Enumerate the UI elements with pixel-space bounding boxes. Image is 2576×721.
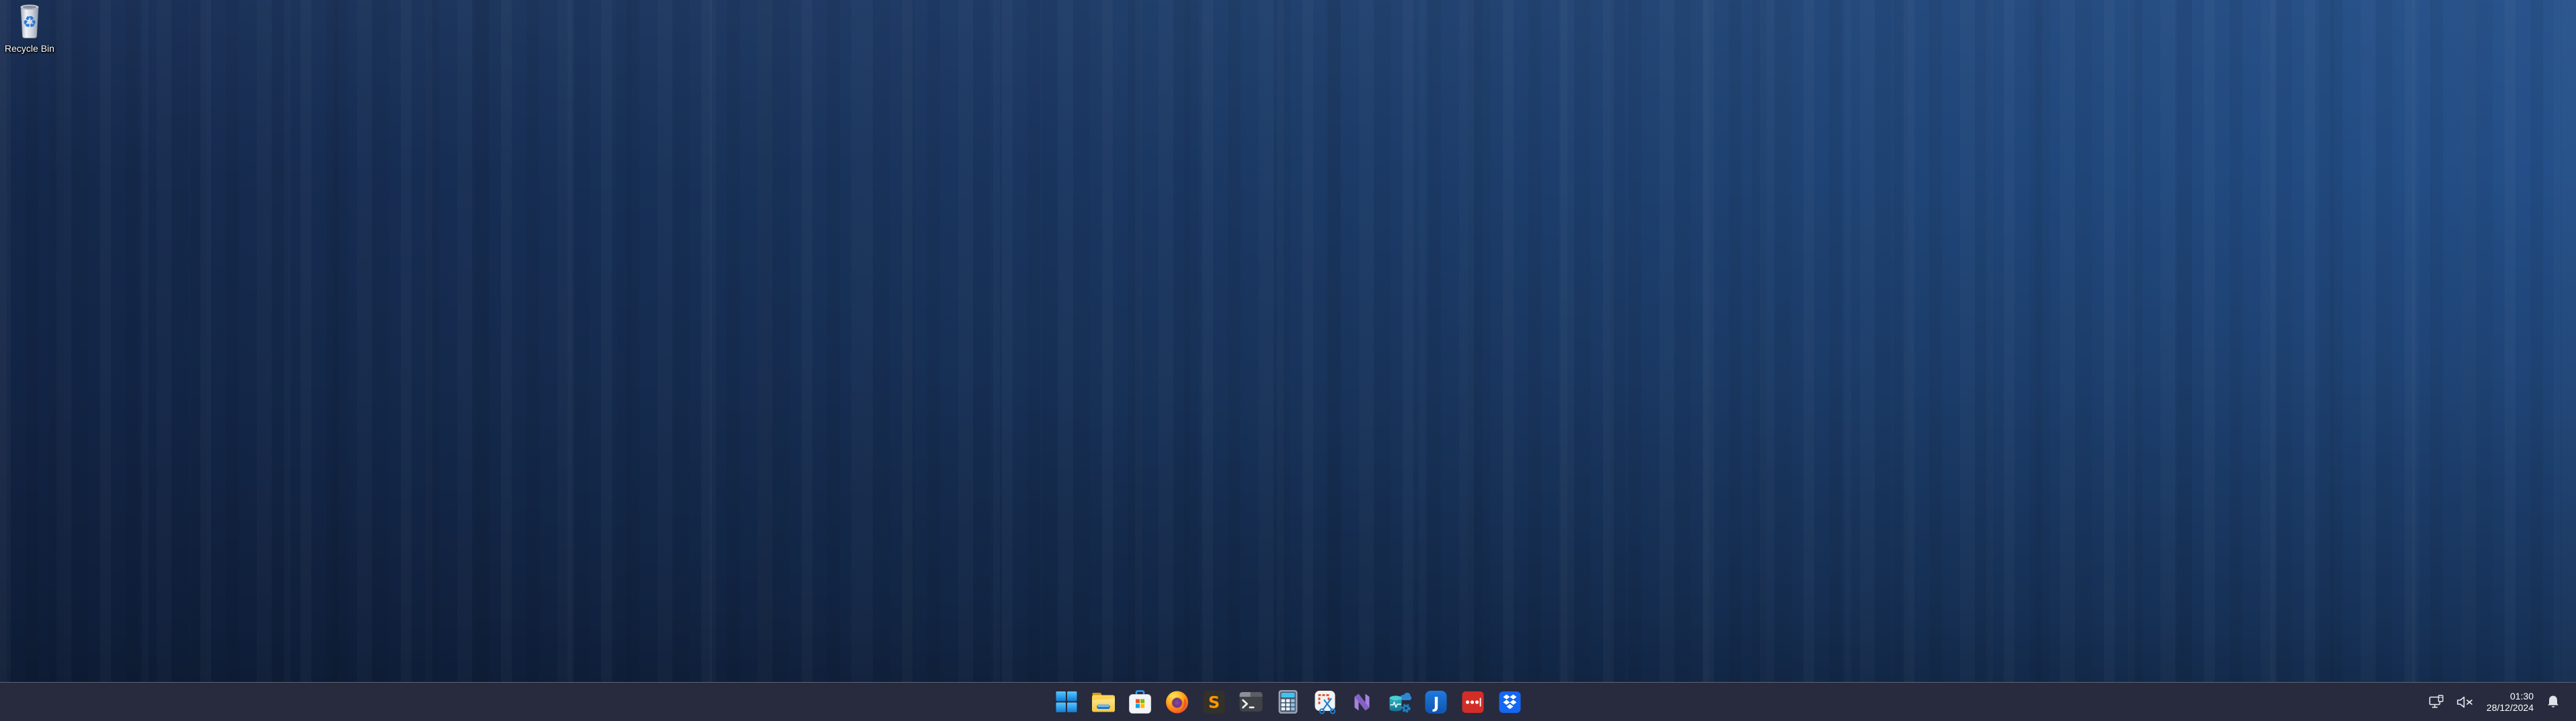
taskbar-app-terminal[interactable]	[1233, 683, 1270, 721]
file-explorer-icon	[1091, 691, 1116, 713]
taskbar-app-microsoft-store[interactable]	[1122, 683, 1159, 721]
taskbar-app-sublime-text[interactable]: S	[1196, 683, 1233, 721]
notification-bell-icon	[2546, 695, 2560, 710]
svg-text:♻: ♻	[22, 13, 37, 32]
lastpass-icon	[1462, 691, 1485, 714]
taskbar-app-dropbox[interactable]	[1491, 683, 1528, 721]
taskbar: S	[0, 682, 2576, 721]
joplin-icon: J	[1425, 690, 1448, 714]
taskbar-app-joplin[interactable]: J	[1417, 683, 1454, 721]
visual-studio-icon	[1350, 690, 1374, 714]
clock-time: 01:30	[2487, 691, 2534, 702]
taskbar-app-visual-studio[interactable]	[1343, 683, 1380, 721]
network-ethernet-icon	[2429, 695, 2445, 710]
taskbar-app-firefox[interactable]	[1159, 683, 1196, 721]
desktop-wallpaper: ♻ Recycle Bin	[0, 0, 2576, 721]
notification-center-button[interactable]	[2545, 693, 2561, 711]
svg-text:S: S	[1208, 693, 1220, 712]
clock-date: 28/12/2024	[2487, 702, 2534, 714]
taskbar-app-sql-server-management-studio[interactable]	[1380, 683, 1417, 721]
calculator-icon	[1278, 689, 1298, 714]
taskbar-app-calculator[interactable]	[1270, 683, 1306, 721]
taskbar-clock[interactable]: 01:30 28/12/2024	[2484, 689, 2536, 715]
system-tray: 01:30 28/12/2024	[2427, 683, 2561, 721]
volume-muted-icon	[2456, 695, 2474, 709]
firefox-icon	[1165, 690, 1189, 714]
start-button[interactable]	[1048, 683, 1085, 721]
recycle-bin-icon: ♻	[16, 2, 43, 40]
volume-tray-button[interactable]	[2455, 694, 2475, 710]
network-tray-button[interactable]	[2427, 693, 2446, 711]
desktop-icon-label: Recycle Bin	[5, 43, 54, 54]
dropbox-icon	[1499, 691, 1522, 714]
taskbar-pinned-apps: S	[1048, 683, 1528, 721]
windows-start-icon	[1055, 691, 1077, 713]
database-cloud-gear-icon	[1387, 690, 1411, 714]
taskbar-app-snipping-tool[interactable]	[1306, 683, 1343, 721]
snipping-tool-icon	[1313, 689, 1337, 715]
sublime-text-icon: S	[1203, 690, 1226, 714]
desktop-icon-recycle-bin[interactable]: ♻ Recycle Bin	[1, 2, 58, 54]
terminal-icon	[1239, 691, 1263, 712]
taskbar-app-lastpass[interactable]	[1454, 683, 1491, 721]
taskbar-app-file-explorer[interactable]	[1085, 683, 1122, 721]
microsoft-store-icon	[1129, 690, 1152, 714]
svg-text:J: J	[1432, 695, 1440, 712]
